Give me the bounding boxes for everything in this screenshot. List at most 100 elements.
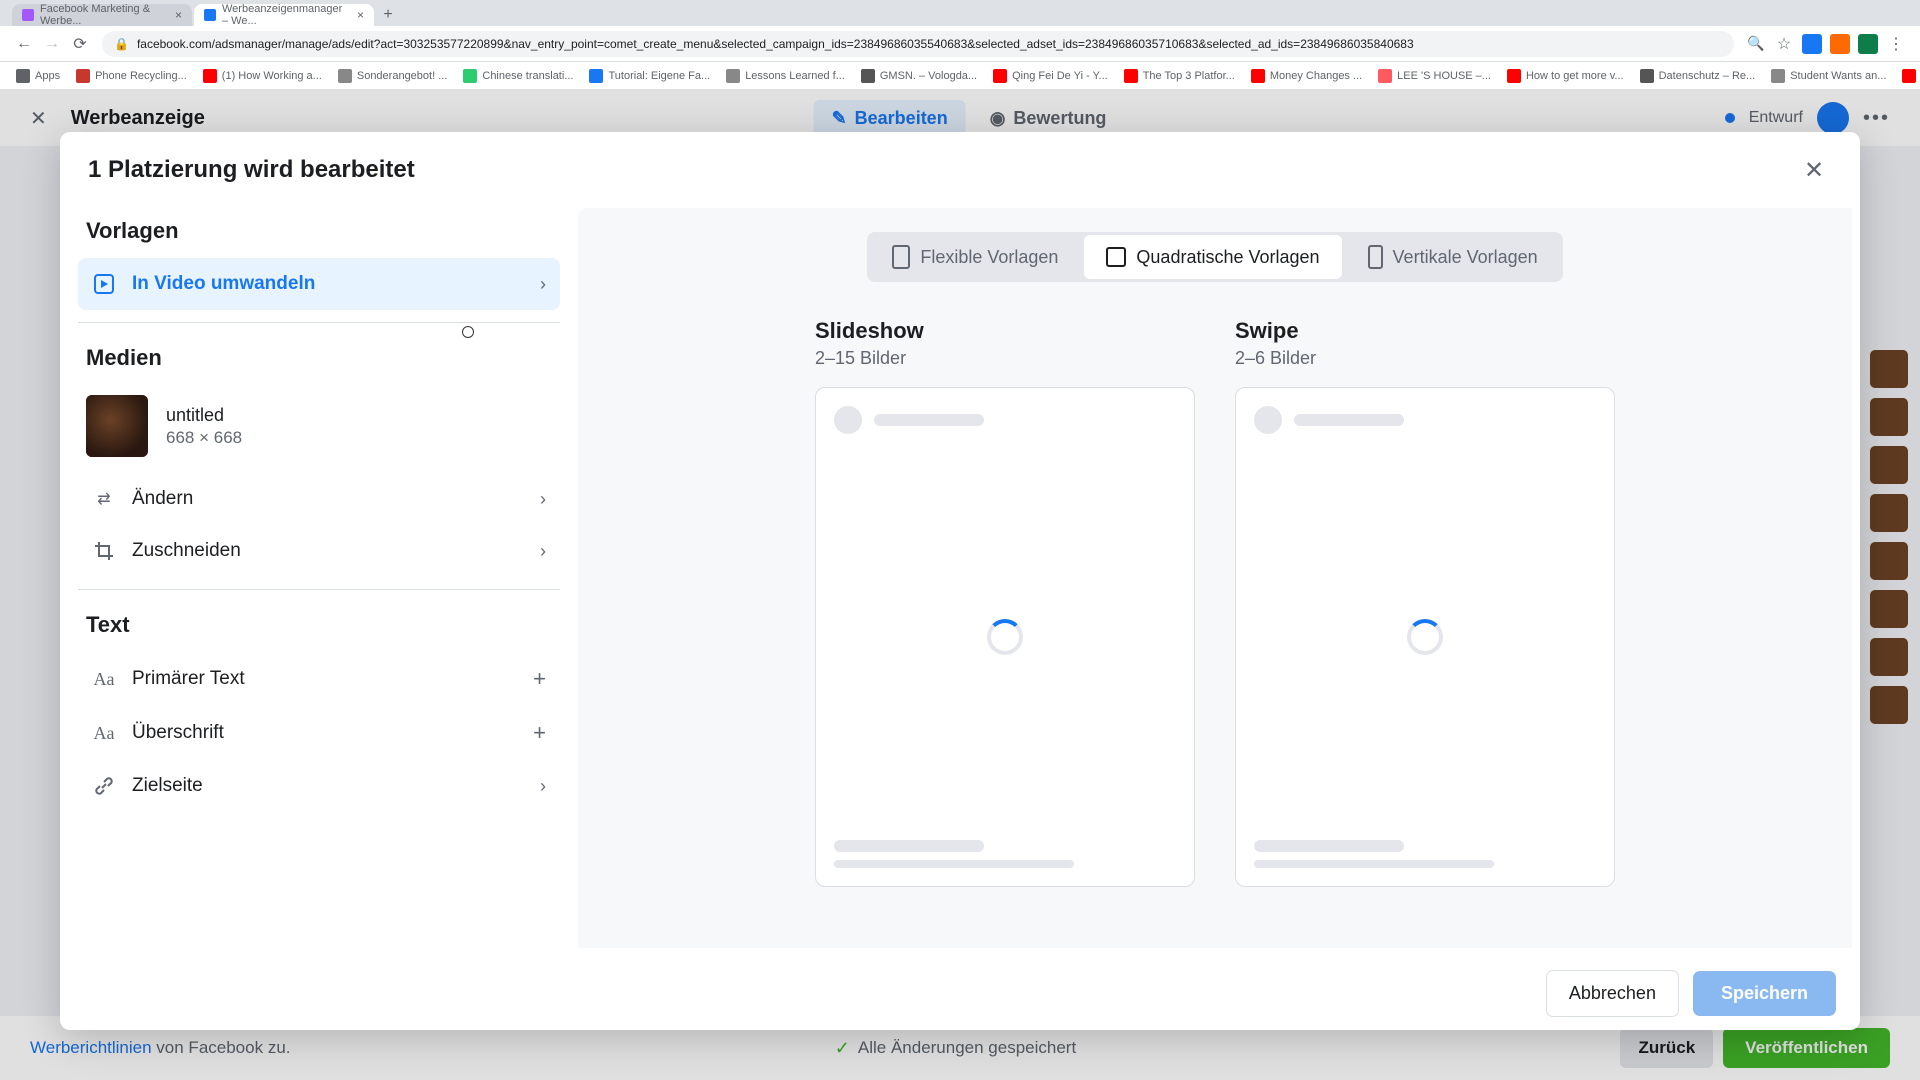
template-preview-area: Flexible Vorlagen Quadratische Vorlagen …	[578, 208, 1852, 948]
new-tab-button[interactable]: +	[376, 4, 400, 26]
tab-vertical[interactable]: Vertikale Vorlagen	[1346, 235, 1560, 279]
media-name: untitled	[166, 405, 242, 426]
placement-editor-modal: 1 Platzierung wird bearbeitet ✕ Vorlagen…	[60, 132, 1860, 1030]
bookmark-item[interactable]: Sonderangebot! ...	[332, 67, 454, 85]
extension-icon[interactable]	[1802, 34, 1822, 54]
url-input[interactable]: 🔒 facebook.com/adsmanager/manage/ads/edi…	[102, 31, 1734, 57]
tab-title: Werbeanzeigenmanager – We...	[222, 3, 349, 27]
card-preview	[815, 387, 1195, 887]
crop-media-row[interactable]: Zuschneiden ›	[78, 525, 560, 577]
modal-footer: Abbrechen Speichern	[60, 956, 1860, 1030]
skeleton-line	[1254, 840, 1404, 852]
nav-reload-icon[interactable]: ⟳	[66, 30, 94, 58]
skeleton-avatar	[834, 406, 862, 434]
section-text: Text	[78, 602, 560, 652]
primary-text-row[interactable]: Aa Primärer Text +	[78, 652, 560, 706]
skeleton-line	[874, 414, 984, 426]
swap-icon: ⇄	[92, 487, 116, 511]
section-media: Medien	[78, 335, 560, 385]
card-preview	[1235, 387, 1615, 887]
vertical-icon	[1368, 245, 1383, 269]
skeleton-line	[1294, 414, 1404, 426]
bookmark-item[interactable]: Qing Fei De Yi - Y...	[987, 67, 1114, 85]
skeleton-line	[1254, 860, 1494, 868]
skeleton-line	[834, 860, 1074, 868]
tab-flexible[interactable]: Flexible Vorlagen	[870, 235, 1080, 279]
cancel-button[interactable]: Abbrechen	[1546, 970, 1679, 1017]
skeleton-avatar	[1254, 406, 1282, 434]
browser-tab-active[interactable]: Werbeanzeigenmanager – We... ×	[194, 4, 374, 26]
address-bar: ← → ⟳ 🔒 facebook.com/adsmanager/manage/a…	[0, 26, 1920, 62]
section-templates: Vorlagen	[78, 208, 560, 258]
url-text: facebook.com/adsmanager/manage/ads/edit?…	[137, 37, 1414, 51]
modal-sidebar: Vorlagen In Video umwandeln › Medien unt…	[60, 208, 578, 956]
bookmark-item[interactable]: Datenschutz – Re...	[1634, 67, 1762, 85]
zoom-icon[interactable]: 🔍	[1742, 30, 1770, 58]
chevron-right-icon: ›	[540, 776, 546, 797]
bookmark-item[interactable]: The Top 3 Platfor...	[1118, 67, 1241, 85]
browser-tab[interactable]: Facebook Marketing & Werbe... ×	[12, 4, 192, 26]
nav-forward-icon[interactable]: →	[38, 30, 66, 58]
bookmark-item[interactable]: (1) How Working a...	[197, 67, 328, 85]
bookmark-item[interactable]: Lessons Learned f...	[720, 67, 851, 85]
divider	[78, 322, 560, 323]
save-button[interactable]: Speichern	[1693, 971, 1836, 1016]
divider	[78, 589, 560, 590]
extension-icon[interactable]	[1858, 34, 1878, 54]
tab-favicon	[204, 9, 216, 21]
apps-button[interactable]: Apps	[10, 67, 66, 85]
menu-icon[interactable]: ⋮	[1882, 30, 1910, 58]
bookmark-item[interactable]: Student Wants an...	[1765, 67, 1892, 85]
template-card-slideshow[interactable]: Slideshow 2–15 Bilder	[815, 318, 1195, 887]
headline-row[interactable]: Aa Überschrift +	[78, 706, 560, 760]
plus-icon: +	[533, 666, 546, 692]
lock-icon: 🔒	[114, 37, 129, 51]
card-subtitle: 2–15 Bilder	[815, 348, 1195, 369]
plus-icon: +	[533, 720, 546, 746]
bookmark-item[interactable]: Phone Recycling...	[70, 67, 193, 85]
close-icon[interactable]: ×	[175, 8, 182, 22]
template-format-tabs: Flexible Vorlagen Quadratische Vorlagen …	[867, 232, 1562, 282]
change-media-row[interactable]: ⇄ Ändern ›	[78, 473, 560, 525]
media-item[interactable]: untitled 668 × 668	[78, 385, 560, 473]
template-card-swipe[interactable]: Swipe 2–6 Bilder	[1235, 318, 1615, 887]
bookmarks-bar: Apps Phone Recycling... (1) How Working …	[0, 62, 1920, 90]
modal-title: 1 Platzierung wird bearbeitet	[88, 156, 415, 184]
card-title: Swipe	[1235, 318, 1615, 344]
convert-to-video-row[interactable]: In Video umwandeln ›	[78, 258, 560, 310]
extension-icon[interactable]	[1830, 34, 1850, 54]
card-title: Slideshow	[815, 318, 1195, 344]
loading-spinner-icon	[1407, 619, 1443, 655]
bookmark-item[interactable]: GMSN. – Vologda...	[855, 67, 983, 85]
close-icon[interactable]: ×	[357, 8, 364, 22]
bookmark-item[interactable]: Chinese translati...	[457, 67, 579, 85]
star-icon[interactable]: ☆	[1770, 30, 1798, 58]
tab-square[interactable]: Quadratische Vorlagen	[1084, 235, 1341, 279]
landing-page-row[interactable]: Zielseite ›	[78, 760, 560, 812]
skeleton-line	[834, 840, 984, 852]
text-icon: Aa	[92, 721, 116, 745]
browser-tab-strip: Facebook Marketing & Werbe... × Werbeanz…	[0, 0, 1920, 26]
loading-spinner-icon	[987, 619, 1023, 655]
bookmark-item[interactable]: LEE 'S HOUSE –...	[1372, 67, 1497, 85]
tab-title: Facebook Marketing & Werbe...	[40, 3, 167, 27]
media-thumbnail	[86, 395, 148, 457]
card-subtitle: 2–6 Bilder	[1235, 348, 1615, 369]
link-icon	[92, 774, 116, 798]
square-icon	[1106, 247, 1126, 267]
media-dimensions: 668 × 668	[166, 428, 242, 448]
flexible-icon	[892, 245, 910, 269]
crop-icon	[92, 539, 116, 563]
close-icon[interactable]: ✕	[1796, 152, 1832, 188]
nav-back-icon[interactable]: ←	[10, 30, 38, 58]
play-icon	[92, 272, 116, 296]
bookmark-item[interactable]: Money Changes ...	[1245, 67, 1368, 85]
chevron-right-icon: ›	[540, 541, 546, 562]
bookmark-item[interactable]: Tutorial: Eigene Fa...	[583, 67, 716, 85]
bookmark-item[interactable]: How to get more v...	[1501, 67, 1630, 85]
modal-header: 1 Platzierung wird bearbeitet ✕	[60, 132, 1860, 208]
bookmark-item[interactable]: (2) How To Add A...	[1896, 67, 1920, 85]
text-icon: Aa	[92, 667, 116, 691]
chevron-right-icon: ›	[540, 489, 546, 510]
chevron-right-icon: ›	[540, 274, 546, 295]
